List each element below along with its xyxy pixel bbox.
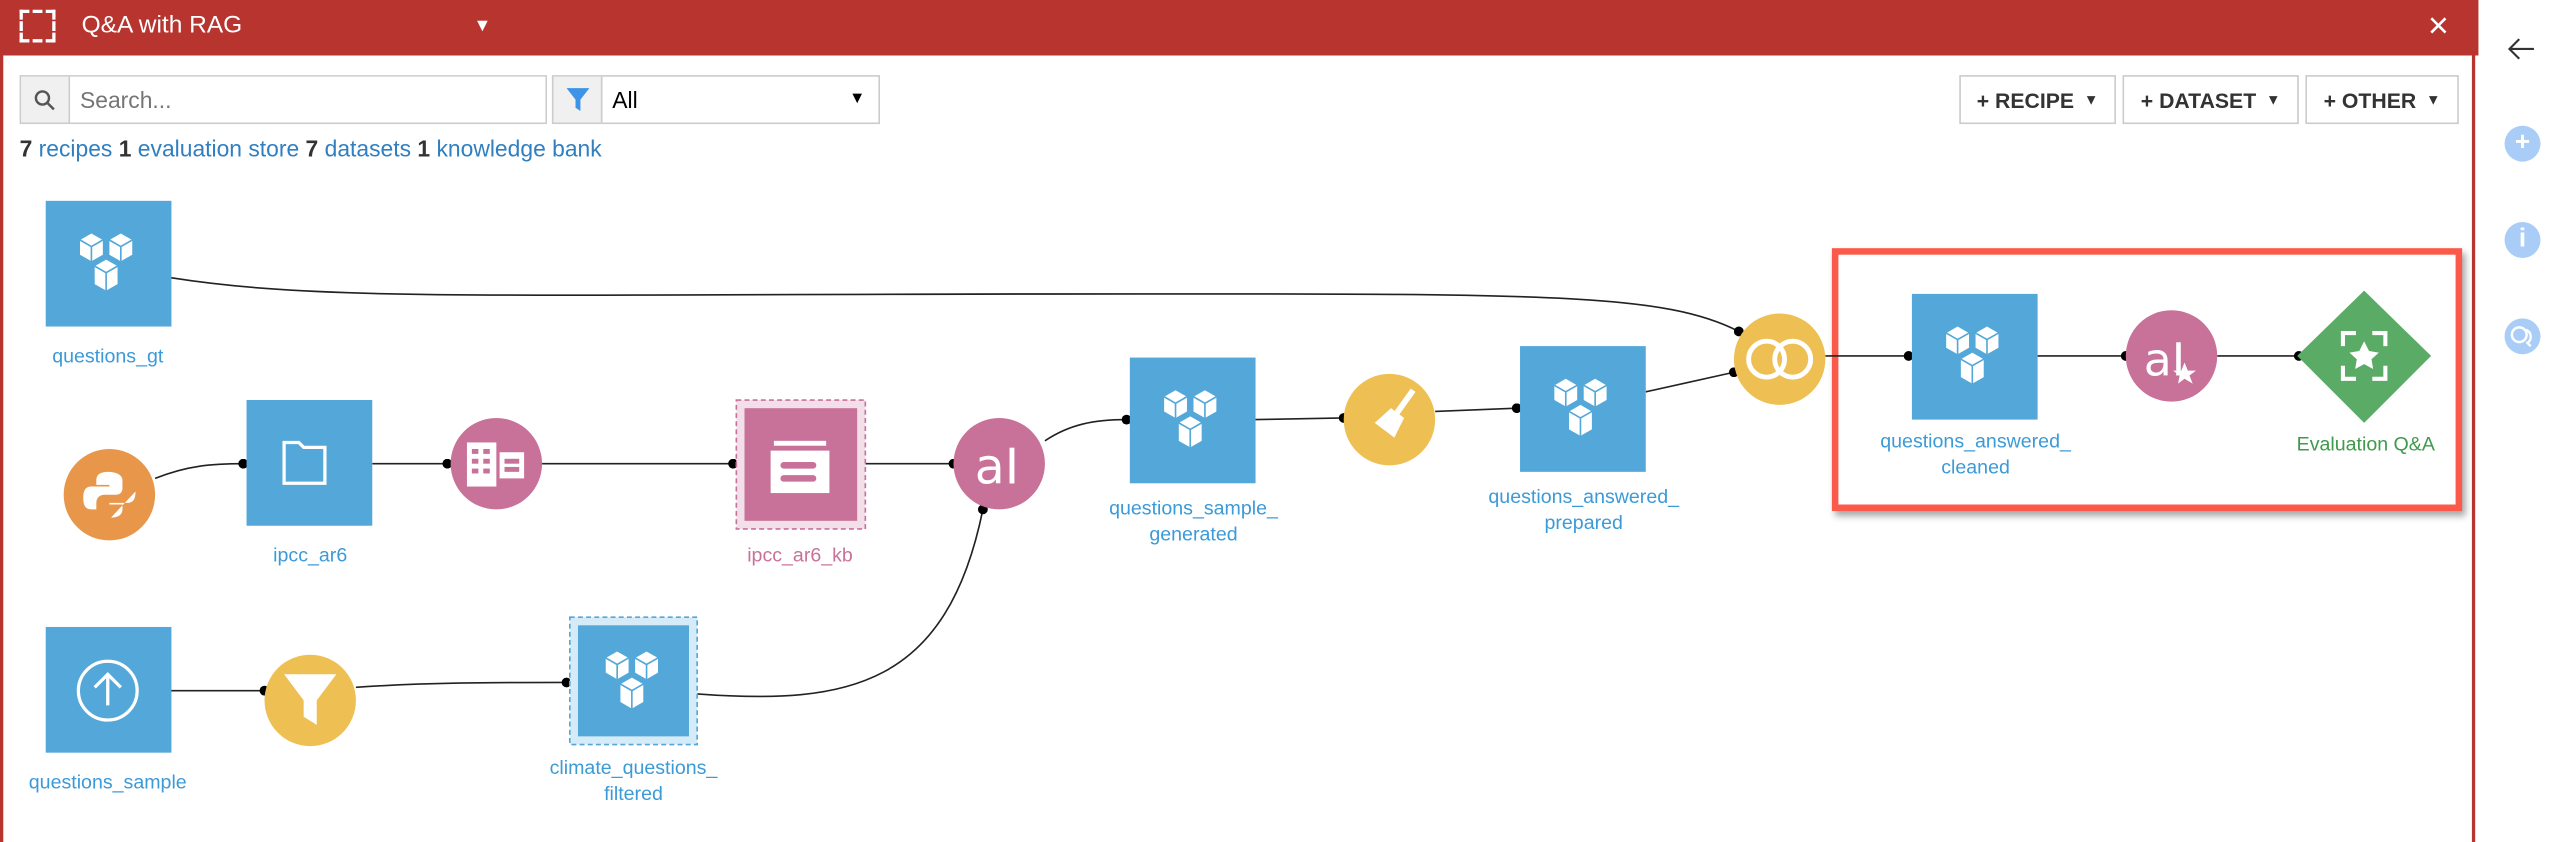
recipe-evaluate-llm[interactable]: aI bbox=[2125, 310, 2218, 402]
llm-icon: aI bbox=[975, 438, 1019, 495]
dataset-questions-gt[interactable] bbox=[45, 200, 172, 327]
chat-icon[interactable] bbox=[2504, 318, 2541, 355]
knowledge-bank-ipcc-ar6-kb[interactable] bbox=[735, 399, 867, 530]
label-climate-questions-filtered[interactable]: climate_questions_ filtered bbox=[503, 754, 764, 806]
dataset-climate-questions-filtered[interactable] bbox=[568, 616, 698, 746]
recipe-python[interactable] bbox=[63, 448, 156, 541]
recipe-prepare[interactable] bbox=[1343, 373, 1436, 466]
dataset-questions-answered-cleaned[interactable] bbox=[1911, 293, 2038, 420]
back-arrow-icon[interactable] bbox=[2506, 36, 2535, 62]
edge bbox=[1044, 414, 1132, 442]
edge bbox=[697, 504, 988, 698]
recipe-embed-documents[interactable] bbox=[450, 417, 543, 510]
label-questions-gt[interactable]: questions_gt bbox=[0, 343, 238, 369]
right-sidebar: + i bbox=[2481, 0, 2560, 842]
label-questions-sample[interactable]: questions_sample bbox=[0, 769, 238, 795]
label-evaluation-store[interactable]: Evaluation Q&A bbox=[2235, 431, 2496, 457]
edge bbox=[1255, 413, 1349, 423]
label-questions-sample-generated[interactable]: questions_sample_ generated bbox=[1063, 495, 1324, 547]
edge bbox=[1645, 367, 1739, 393]
dataset-questions-answered-prepared[interactable] bbox=[1520, 346, 1646, 472]
label-ipcc-ar6[interactable]: ipcc_ar6 bbox=[180, 542, 441, 568]
label-questions-answered-prepared[interactable]: questions_answered_ prepared bbox=[1453, 483, 1714, 535]
info-icon[interactable]: i bbox=[2504, 222, 2541, 258]
label-questions-answered-cleaned[interactable]: questions_answered_ cleaned bbox=[1845, 428, 2106, 480]
evaluation-store[interactable] bbox=[2297, 290, 2432, 423]
edge bbox=[355, 677, 572, 689]
dataset-questions-sample-generated[interactable] bbox=[1129, 357, 1256, 484]
edge bbox=[154, 458, 249, 480]
dataset-questions-sample[interactable] bbox=[45, 626, 172, 753]
llm-evaluation-icon: aI bbox=[2144, 334, 2185, 387]
recipe-join[interactable] bbox=[1733, 313, 1826, 405]
plus-icon[interactable]: + bbox=[2504, 125, 2541, 162]
edge bbox=[1435, 403, 1522, 414]
folder-ipcc-ar6[interactable] bbox=[246, 400, 373, 526]
label-ipcc-ar6-kb[interactable]: ipcc_ar6_kb bbox=[669, 542, 930, 568]
recipe-filter[interactable] bbox=[264, 654, 356, 747]
flow-graph: aI aI bbox=[45, 200, 2432, 753]
recipe-prompt-llm[interactable]: aI bbox=[953, 417, 1045, 510]
edge bbox=[169, 276, 1744, 337]
